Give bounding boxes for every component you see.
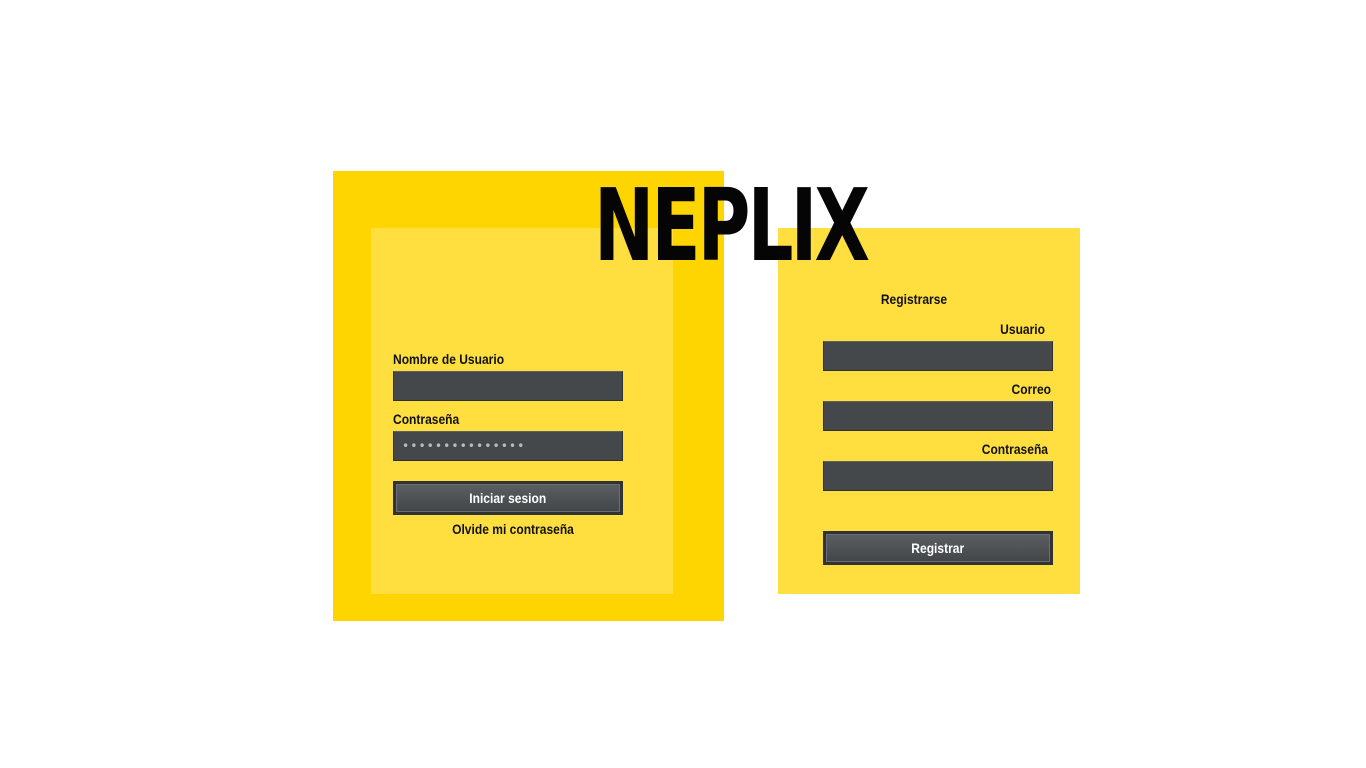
login-button-face: Iniciar sesion (396, 484, 620, 512)
register-button-label: Registrar (911, 540, 965, 556)
username-label: Nombre de Usuario (393, 351, 505, 367)
password-input[interactable] (393, 431, 623, 461)
login-button[interactable]: Iniciar sesion (393, 481, 623, 515)
register-user-label: Usuario (1000, 321, 1045, 337)
register-title: Registrarse (880, 291, 948, 307)
login-button-label: Iniciar sesion (469, 490, 547, 506)
register-email-input[interactable] (823, 401, 1053, 431)
register-button[interactable]: Registrar (823, 531, 1053, 565)
password-label: Contraseña (393, 411, 460, 427)
username-input[interactable] (393, 371, 623, 401)
register-password-label: Contraseña (981, 441, 1048, 457)
forgot-password-link[interactable]: Olvide mi contraseña (410, 521, 616, 537)
register-email-label: Correo (1011, 381, 1051, 397)
register-button-face: Registrar (826, 534, 1050, 562)
register-password-input[interactable] (823, 461, 1053, 491)
brand-logo: NEPLIX (594, 167, 870, 284)
register-user-input[interactable] (823, 341, 1053, 371)
